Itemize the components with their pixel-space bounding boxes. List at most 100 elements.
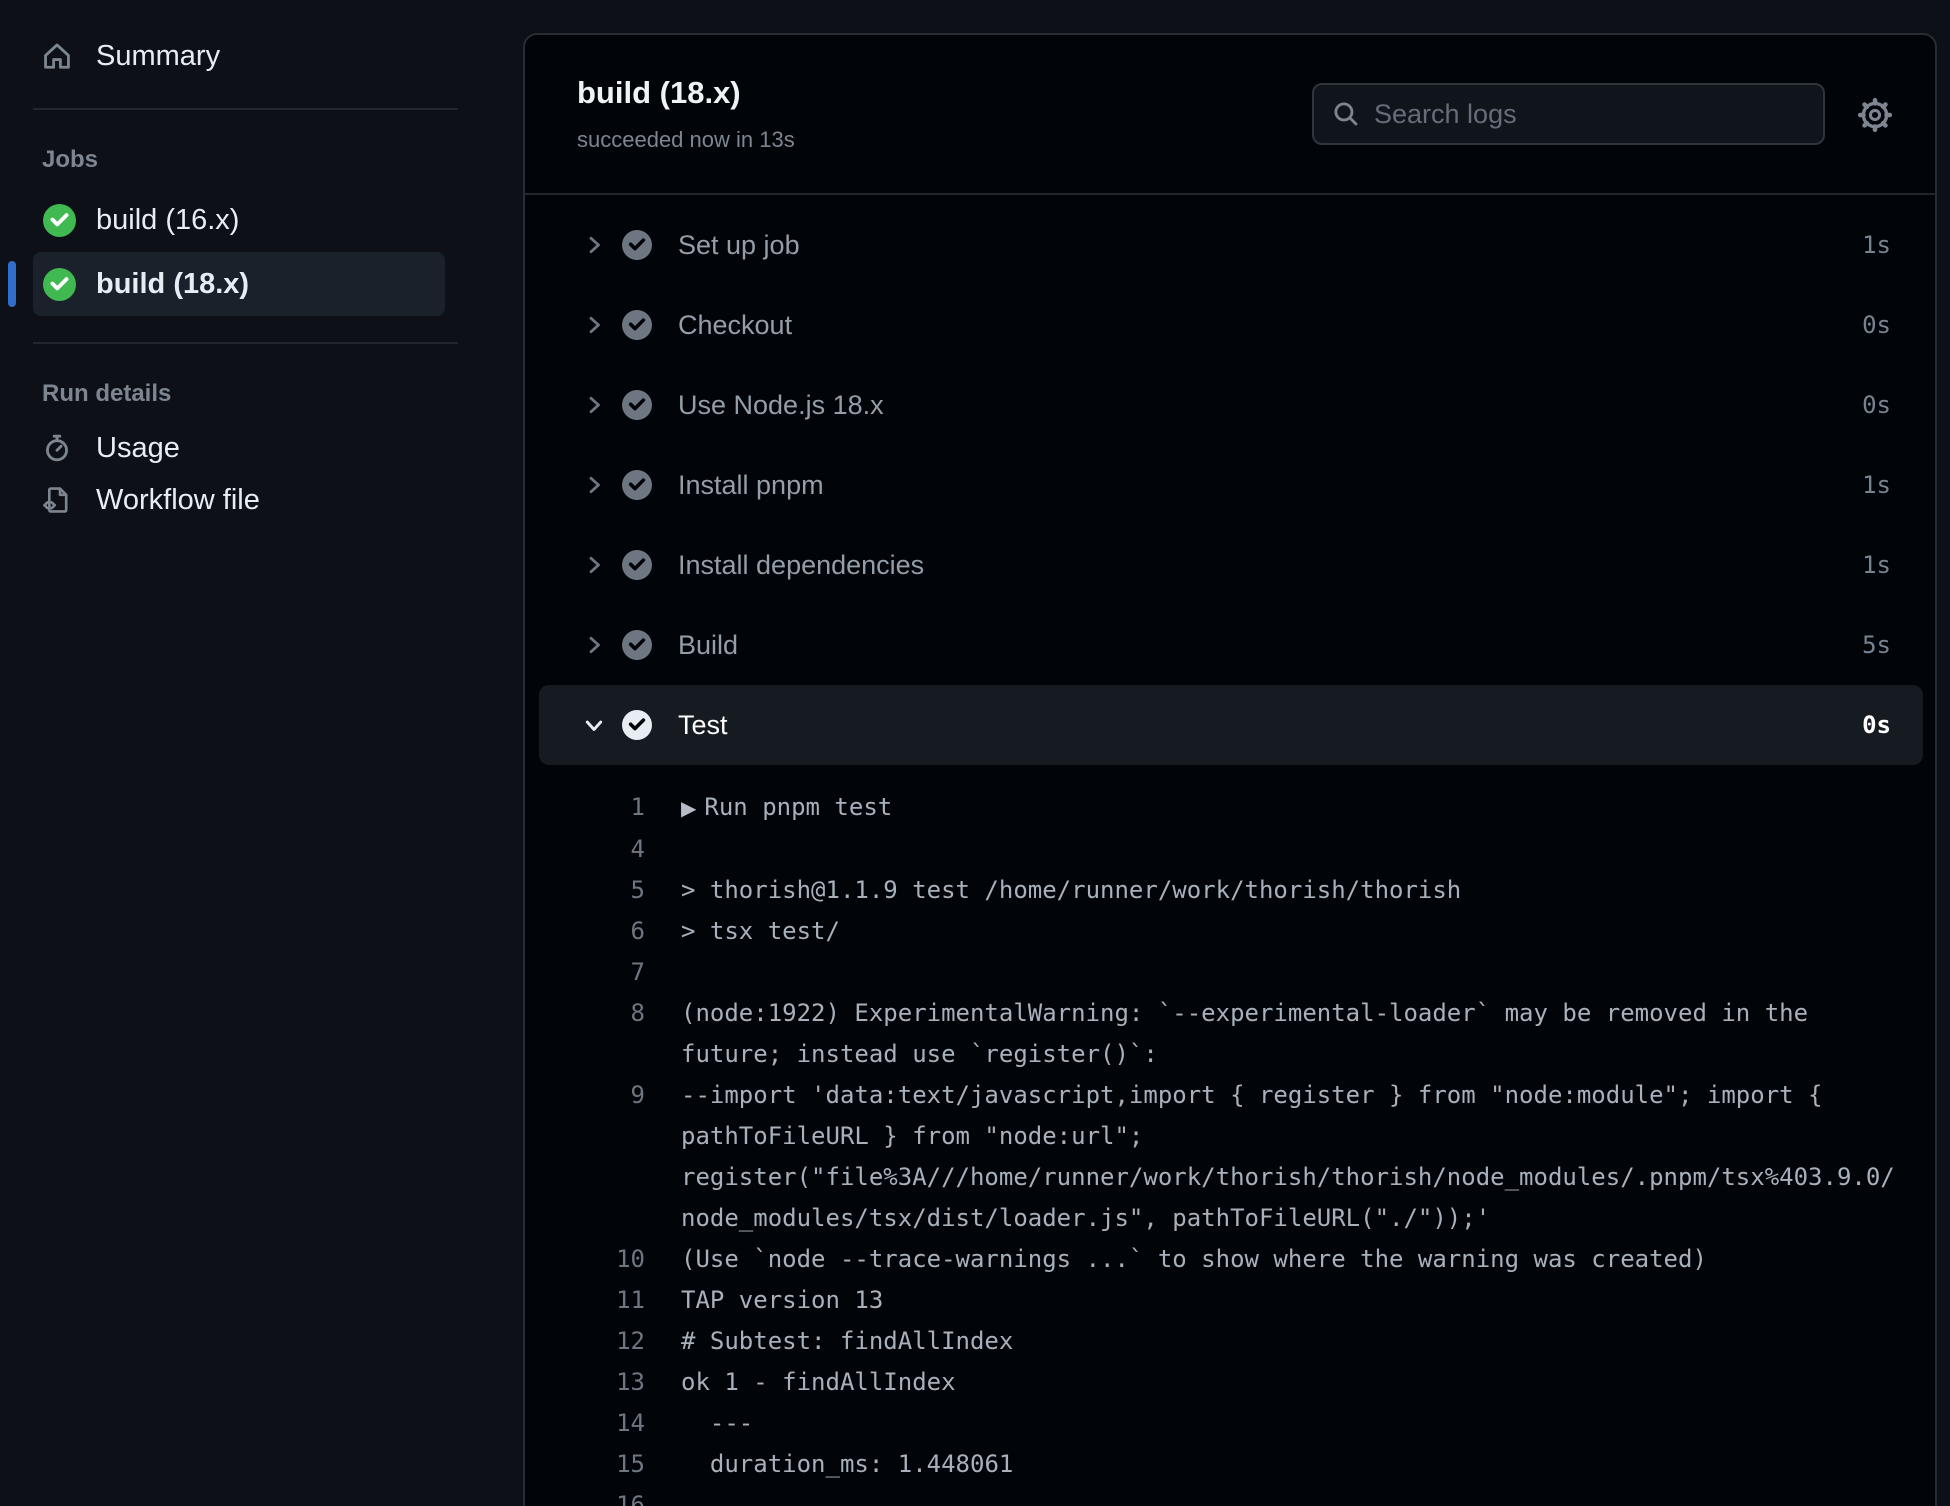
log-line-number[interactable]: 15	[525, 1444, 645, 1485]
log-line-number[interactable]: 4	[525, 829, 645, 870]
job-log-panel: build (18.x) succeeded now in 13s Search…	[523, 33, 1937, 1506]
step-install-dependencies[interactable]: Install dependencies 1s	[525, 525, 1935, 605]
step-success-icon	[622, 710, 652, 740]
log-line: 11 TAP version 13	[525, 1280, 1935, 1321]
log-line-text: Run pnpm test	[704, 793, 893, 821]
step-duration: 1s	[1862, 551, 1891, 579]
log-line-number[interactable]: 9	[525, 1075, 645, 1239]
log-line: 5 > thorish@1.1.9 test /home/runner/work…	[525, 870, 1935, 911]
step-label: Use Node.js 18.x	[678, 389, 884, 420]
log-line: 1 ▶ Run pnpm test	[525, 787, 1935, 829]
log-line-text: (node:1922) ExperimentalWarning: `--expe…	[681, 999, 1823, 1068]
step-duration: 1s	[1862, 471, 1891, 499]
log-group-toggle[interactable]: ▶ Run pnpm test	[681, 787, 1899, 829]
log-line: 10 (Use `node --trace-warnings ...` to s…	[525, 1239, 1935, 1280]
success-check-icon	[43, 267, 76, 301]
step-success-icon	[622, 230, 652, 260]
chevron-down-icon	[582, 713, 606, 737]
log-line-text: (Use `node --trace-warnings ...` to show…	[681, 1245, 1707, 1273]
sidebar-item-label: Workflow file	[96, 483, 260, 516]
log-line: 7	[525, 952, 1935, 993]
log-line-text: TAP version 13	[681, 1286, 884, 1314]
step-label: Build	[678, 629, 739, 660]
search-icon	[1334, 102, 1358, 126]
log-line-number[interactable]: 12	[525, 1321, 645, 1362]
selected-accent-bar	[8, 261, 16, 307]
log-line-number[interactable]: 8	[525, 993, 645, 1075]
step-success-icon	[622, 470, 652, 500]
log-line-number[interactable]: 6	[525, 911, 645, 952]
step-duration: 0s	[1862, 711, 1891, 739]
job-label: build (18.x)	[96, 267, 250, 300]
step-success-icon	[622, 390, 652, 420]
log-line: 12 # Subtest: findAllIndex	[525, 1321, 1935, 1362]
sidebar-item-label: Summary	[96, 39, 221, 72]
step-list: Set up job 1s Checkout 0s Use Node.js 18…	[525, 195, 1935, 765]
log-line-number[interactable]: 14	[525, 1403, 645, 1444]
step-install-pnpm[interactable]: Install pnpm 1s	[525, 445, 1935, 525]
stopwatch-icon	[46, 434, 68, 462]
log-line-number[interactable]: 16	[525, 1485, 645, 1506]
step-label: Set up job	[678, 229, 800, 260]
home-icon	[44, 43, 70, 69]
log-line-text: ---	[681, 1409, 754, 1437]
step-duration: 1s	[1862, 231, 1891, 259]
chevron-right-icon	[582, 473, 606, 497]
success-check-icon	[43, 203, 76, 237]
step-build[interactable]: Build 5s	[525, 605, 1935, 685]
log-line: 14 ---	[525, 1403, 1935, 1444]
log-line: 9 --import 'data:text/javascript,import …	[525, 1075, 1935, 1239]
log-line-number[interactable]: 11	[525, 1280, 645, 1321]
log-line: 8 (node:1922) ExperimentalWarning: `--ex…	[525, 993, 1935, 1075]
log-line-text	[681, 829, 1899, 870]
log-line: 15 duration_ms: 1.448061	[525, 1444, 1935, 1485]
log-output: 1 ▶ Run pnpm test 4 5 > thorish@1.1.9 tes…	[525, 765, 1935, 1506]
log-line-number[interactable]: 7	[525, 952, 645, 993]
gear-icon	[1857, 97, 1893, 133]
sidebar-job-build-18x[interactable]: build (18.x)	[8, 252, 445, 316]
step-test[interactable]: Test 0s	[539, 685, 1923, 765]
sidebar-item-usage[interactable]: Usage	[42, 422, 523, 474]
step-duration: 0s	[1862, 391, 1891, 419]
log-line: 16 ...	[525, 1485, 1935, 1506]
log-line-text: > tsx test/	[681, 917, 840, 945]
chevron-right-icon	[582, 633, 606, 657]
log-line-number[interactable]: 13	[525, 1362, 645, 1403]
step-duration: 5s	[1862, 631, 1891, 659]
sidebar-divider	[33, 108, 458, 110]
step-set-up-job[interactable]: Set up job 1s	[525, 205, 1935, 285]
job-status-text: succeeded now in 13s	[577, 127, 795, 152]
log-line: 4	[525, 829, 1935, 870]
chevron-right-icon	[582, 233, 606, 257]
log-settings-button[interactable]	[1851, 91, 1899, 139]
page-title: build (18.x)	[577, 75, 741, 110]
chevron-right-icon	[582, 553, 606, 577]
log-line-text: ...	[681, 1491, 754, 1506]
log-line-number[interactable]: 10	[525, 1239, 645, 1280]
step-label: Checkout	[678, 309, 793, 340]
log-line-text: # Subtest: findAllIndex	[681, 1327, 1014, 1355]
sidebar-item-summary[interactable]: Summary	[42, 30, 523, 82]
run-details-heading: Run details	[42, 380, 172, 407]
expand-group-triangle-icon: ▶	[681, 796, 697, 820]
step-duration: 0s	[1862, 311, 1891, 339]
search-logs-box	[1312, 83, 1825, 145]
search-logs-input[interactable]	[1374, 98, 1807, 130]
code-file-icon	[43, 487, 68, 513]
job-label: build (16.x)	[96, 203, 240, 236]
step-success-icon	[622, 310, 652, 340]
log-line-text: ok 1 - findAllIndex	[681, 1368, 956, 1396]
step-use-nodejs[interactable]: Use Node.js 18.x 0s	[525, 365, 1935, 445]
sidebar-item-workflow-file[interactable]: Workflow file	[42, 474, 523, 526]
chevron-right-icon	[582, 393, 606, 417]
log-line-number[interactable]: 1	[525, 787, 645, 829]
step-success-icon	[622, 550, 652, 580]
step-success-icon	[622, 630, 652, 660]
log-line-number[interactable]: 5	[525, 870, 645, 911]
sidebar-divider	[33, 342, 458, 344]
step-checkout[interactable]: Checkout 0s	[525, 285, 1935, 365]
sidebar-job-build-16x[interactable]: build (16.x)	[33, 188, 445, 252]
step-label: Install dependencies	[678, 549, 925, 580]
step-label: Test	[678, 709, 728, 740]
step-label: Install pnpm	[678, 469, 824, 500]
